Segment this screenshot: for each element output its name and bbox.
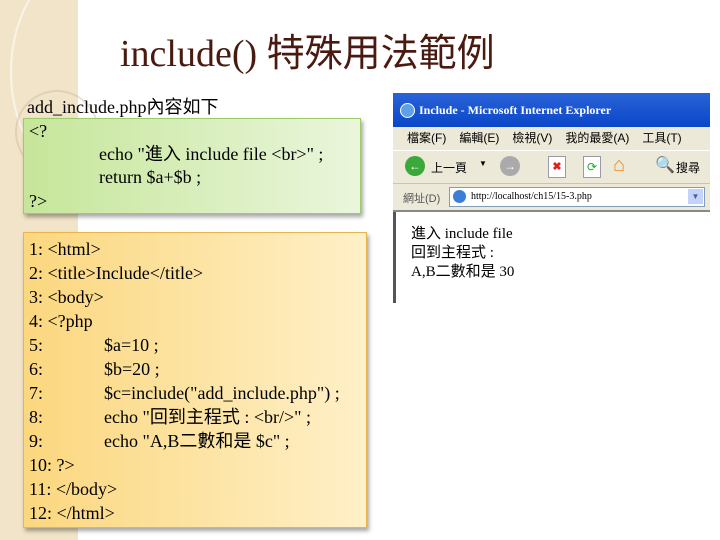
line-number: 10: <box>29 455 57 475</box>
search-icon[interactable]: 🔍 <box>655 155 675 175</box>
code-line: 1: <html> <box>29 237 101 261</box>
line-code: $c=include("add_include.php") ; <box>104 383 340 403</box>
window-title: Include - Microsoft Internet Explorer <box>419 103 612 117</box>
home-icon[interactable]: ⌂ <box>613 154 625 177</box>
menu-edit[interactable]: 編輯(E) <box>459 131 499 145</box>
output-line: A,B二數和是 30 <box>411 264 515 280</box>
code-line: 11: </body> <box>29 477 117 501</box>
line-number: 11: <box>29 479 56 499</box>
line-number: 2: <box>29 263 48 283</box>
code-line: 3: <body> <box>29 285 104 309</box>
refresh-icon[interactable]: ⟳ <box>583 156 601 178</box>
line-code: $a=10 ; <box>104 335 159 355</box>
line-code: <title>Include</title> <box>47 263 204 283</box>
menu-tools[interactable]: 工具(T) <box>642 131 681 145</box>
line-number: 7: <box>29 383 48 403</box>
back-arrow-icon[interactable]: ← <box>405 156 425 176</box>
line-code: echo "回到主程式 : <br/>" ; <box>104 407 311 427</box>
line-code: echo "A,B二數和是 $c" ; <box>104 431 290 451</box>
code-line: <? <box>29 121 48 141</box>
forward-arrow-icon[interactable]: → <box>500 156 520 176</box>
code-line: return $a+$b ; <box>99 167 202 187</box>
code-line: echo "進入 include file <br>" ; <box>99 144 324 164</box>
address-dropdown-icon[interactable]: ▼ <box>688 189 703 204</box>
code-line: 6: $b=20 ; <box>29 357 160 381</box>
code-line: 12: </html> <box>29 501 115 525</box>
line-code: <html> <box>47 239 101 259</box>
menu-file[interactable]: 檔案(F) <box>407 131 446 145</box>
include-file-label: add_include.php內容如下 <box>27 97 219 117</box>
code-line: 8: echo "回到主程式 : <br/>" ; <box>29 405 311 429</box>
address-input[interactable]: http://localhost/ch15/15-3.php ▼ <box>449 187 705 207</box>
address-bar: 網址(D) http://localhost/ch15/15-3.php ▼ <box>393 184 710 212</box>
stop-icon[interactable]: ✖ <box>548 156 566 178</box>
line-number: 8: <box>29 407 48 427</box>
line-code: </body> <box>55 479 118 499</box>
line-number: 9: <box>29 431 48 451</box>
slide-title: include() 特殊用法範例 <box>120 33 495 75</box>
code-line: 4: <?php <box>29 309 93 333</box>
code-line: ?> <box>29 191 48 211</box>
url-text: http://localhost/ch15/15-3.php <box>471 191 592 202</box>
line-number: 3: <box>29 287 48 307</box>
include-code-box: <? echo "進入 include file <br>" ; return … <box>23 118 361 214</box>
page-icon <box>453 190 466 203</box>
output-line: 進入 include file <box>411 226 513 242</box>
address-label: 網址(D) <box>403 193 441 205</box>
line-number: 6: <box>29 359 48 379</box>
line-code: <body> <box>47 287 104 307</box>
browser-window: Include - Microsoft Internet Explorer 檔案… <box>393 93 710 303</box>
menu-favorites[interactable]: 我的最愛(A) <box>565 131 629 145</box>
output-line: 回到主程式 : <box>411 245 494 261</box>
line-number: 4: <box>29 311 48 331</box>
line-code: <?php <box>47 311 93 331</box>
line-code: ?> <box>56 455 75 475</box>
title-bar: Include - Microsoft Internet Explorer <box>393 93 710 127</box>
line-number: 5: <box>29 335 48 355</box>
search-button[interactable]: 搜尋 <box>676 159 700 176</box>
line-number: 1: <box>29 239 48 259</box>
code-line: 2: <title>Include</title> <box>29 261 203 285</box>
back-button[interactable]: 上一頁 <box>431 159 467 176</box>
line-code: $b=20 ; <box>104 359 160 379</box>
code-line: 10: ?> <box>29 453 75 477</box>
toolbar: ← 上一頁 ▼ → ✖ ⟳ ⌂ 🔍 搜尋 <box>393 150 710 184</box>
line-code: </html> <box>56 503 115 523</box>
page-content: 進入 include file 回到主程式 : A,B二數和是 30 <box>393 212 710 303</box>
line-number: 12: <box>29 503 57 523</box>
code-line: 7: $c=include("add_include.php") ; <box>29 381 340 405</box>
ie-icon <box>400 103 415 118</box>
code-line: 5: $a=10 ; <box>29 333 159 357</box>
code-line: 9: echo "A,B二數和是 $c" ; <box>29 429 290 453</box>
back-dropdown-icon[interactable]: ▼ <box>479 159 487 168</box>
menu-view[interactable]: 檢視(V) <box>512 131 552 145</box>
menu-bar: 檔案(F) 編輯(E) 檢視(V) 我的最愛(A) 工具(T) <box>393 127 710 150</box>
main-code-box: 1: <html> 2: <title>Include</title> 3: <bo… <box>23 232 367 528</box>
